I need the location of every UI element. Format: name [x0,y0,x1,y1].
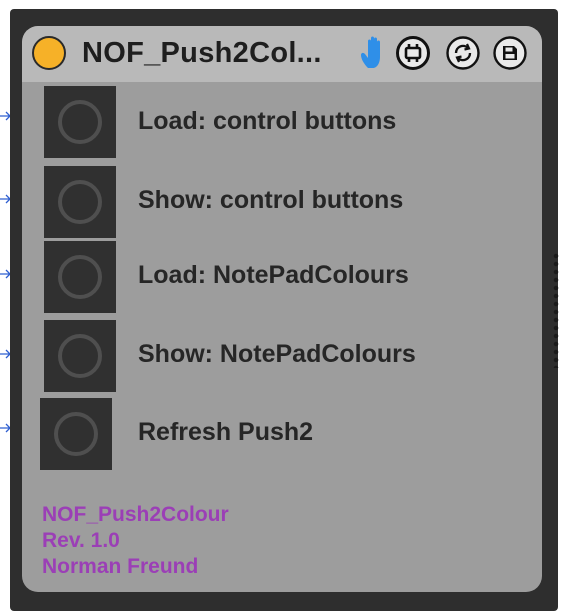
refresh-push2-button[interactable] [40,398,112,470]
credits-device-name: NOF_Push2Colour [42,503,229,526]
credits-block: NOF_Push2Colour Rev. 1.0 Norman Freund [42,502,229,580]
show-notepadcolours-label: Show: NotePadColours [138,340,416,368]
button-ring-icon [58,100,102,144]
credits-author: Norman Freund [42,555,199,578]
show-notepadcolours-button[interactable] [44,320,116,392]
load-notepadcolours-button[interactable] [44,241,116,313]
save-icon[interactable] [493,36,527,70]
canvas: NOF_Push2Col... Load: control buttons Sh… [0,0,584,612]
load-notepadcolours-label: Load: NotePadColours [138,261,409,289]
load-control-buttons-label: Load: control buttons [138,107,397,135]
device-power-toggle[interactable] [32,36,66,70]
credits-revision: Rev. 1.0 [42,529,120,552]
show-control-buttons-label: Show: control buttons [138,186,404,214]
hand-icon[interactable] [359,35,391,71]
button-ring-icon [54,412,98,456]
button-ring-icon [58,180,102,224]
show-control-buttons-button[interactable] [44,166,116,238]
refresh-push2-label: Refresh Push2 [138,418,314,446]
resize-grip-handle[interactable] [553,252,559,368]
device-title: NOF_Push2Col... [82,37,322,69]
refresh-icon[interactable] [446,36,480,70]
map-icon[interactable] [396,36,430,70]
device-titlebar[interactable]: NOF_Push2Col... [22,26,542,82]
load-control-buttons-button[interactable] [44,86,116,158]
button-ring-icon [58,334,102,378]
button-ring-icon [58,255,102,299]
